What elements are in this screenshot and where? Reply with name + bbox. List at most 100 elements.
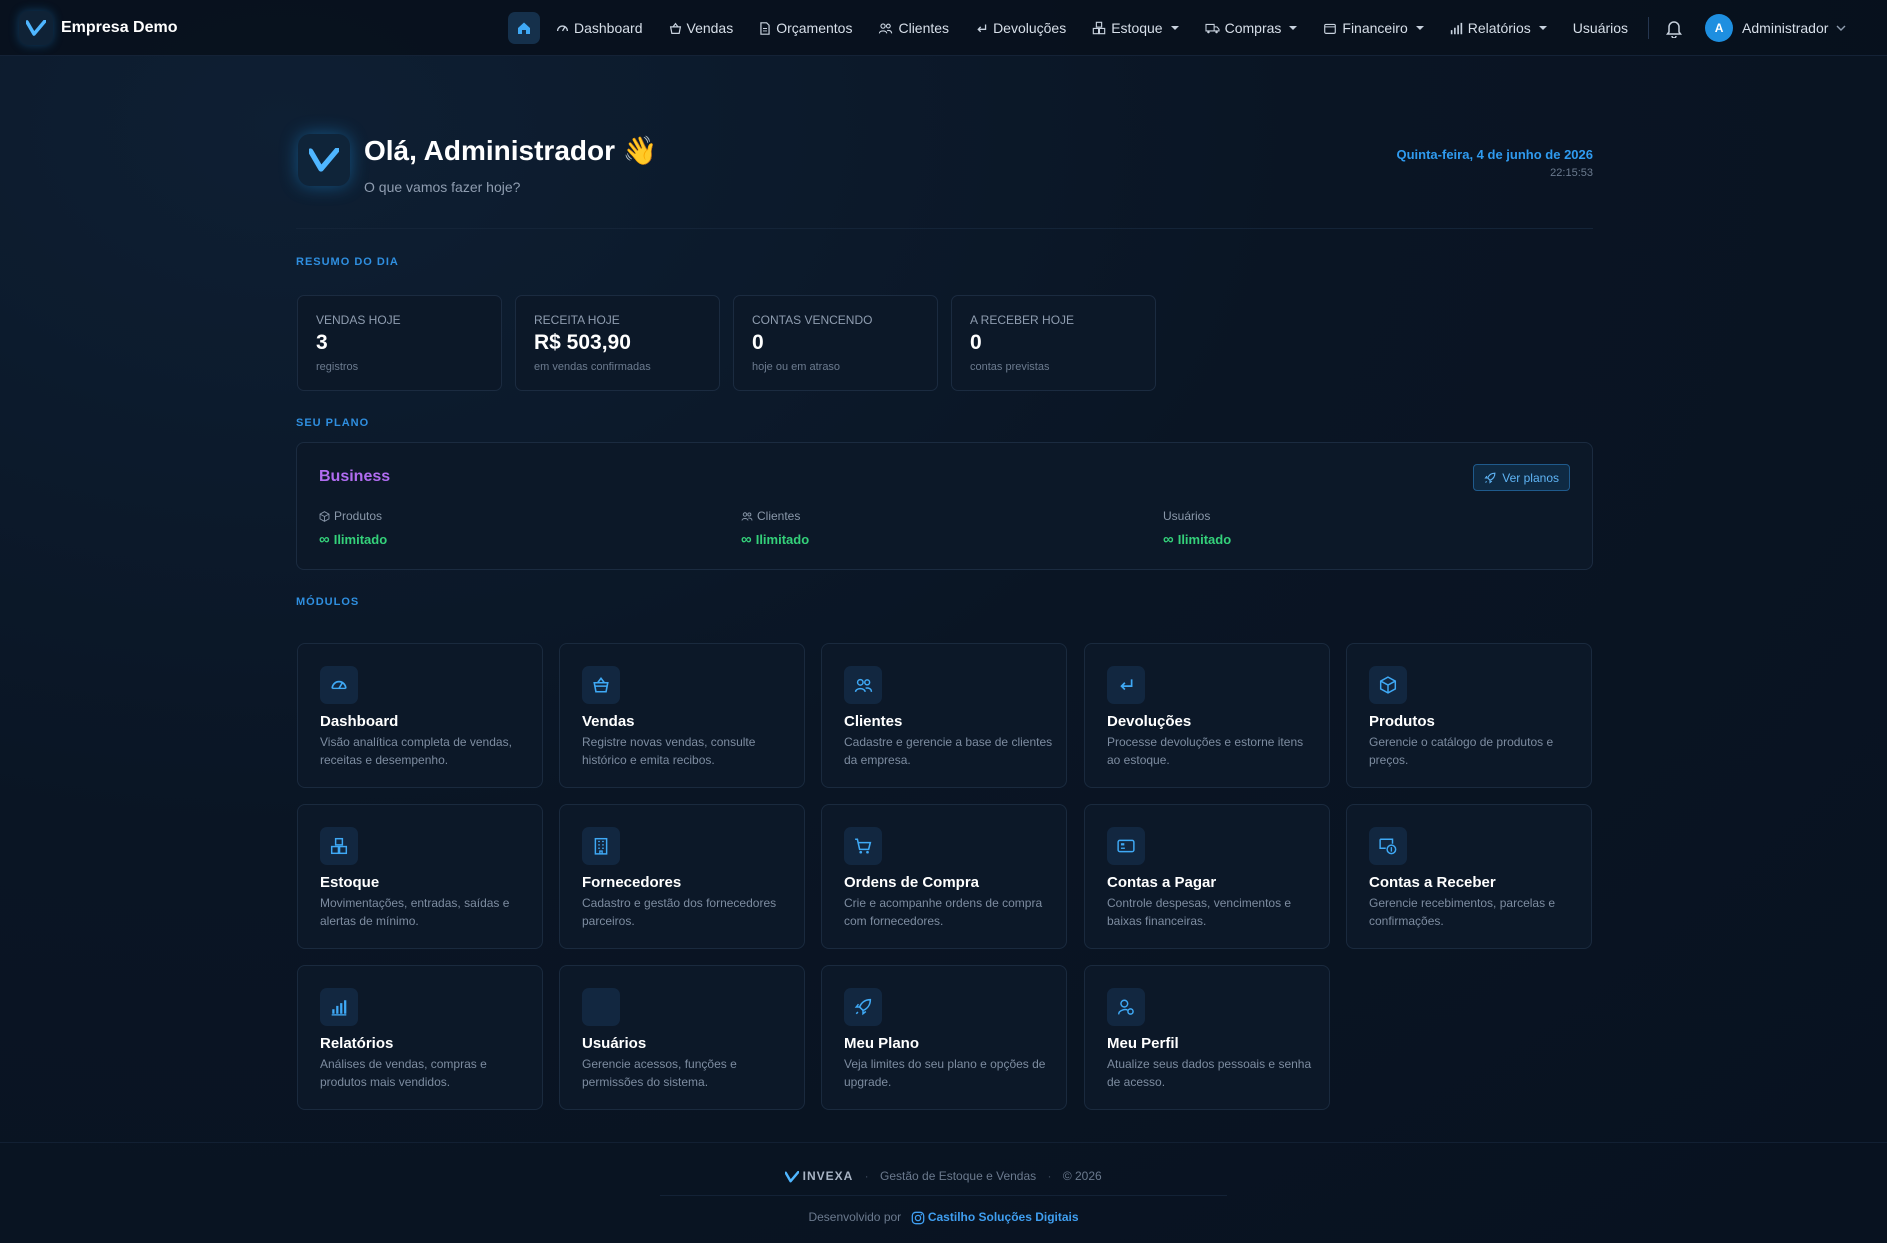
return-icon xyxy=(1107,666,1145,704)
rocket-icon xyxy=(844,988,882,1026)
current-date: Quinta-feira, 4 de junho de 2026 xyxy=(1396,147,1594,162)
brand-name: Empresa Demo xyxy=(61,18,178,36)
bell-icon xyxy=(1666,20,1683,38)
module-description: Gerencie acessos, funções e permissões d… xyxy=(582,1057,737,1089)
nav-label: Financeiro xyxy=(1342,20,1408,36)
plan-limit-clientes: Clientes ∞ Ilimitado xyxy=(741,509,809,548)
module-card-contas-a-pagar[interactable]: Contas a Pagar Controle despesas, vencim… xyxy=(1084,804,1330,949)
stat-label: CONTAS VENCENDO xyxy=(752,313,873,327)
module-description: Análises de vendas, compras e produtos m… xyxy=(320,1057,487,1089)
nav-orcamentos[interactable]: Orçamentos xyxy=(759,20,852,36)
module-card-relatorios[interactable]: Relatórios Análises de vendas, compras e… xyxy=(297,965,543,1110)
nav-label: Compras xyxy=(1224,20,1282,36)
module-title: Relatórios xyxy=(320,1035,394,1052)
box-icon xyxy=(1369,666,1407,704)
module-description: Movimentações, entradas, saídas e alerta… xyxy=(320,896,510,928)
module-card-clientes[interactable]: Clientes Cadastre e gerencie a base de c… xyxy=(821,643,1067,788)
module-card-contas-a-receber[interactable]: Contas a Receber Gerencie recebimentos, … xyxy=(1346,804,1592,949)
nav-label: Estoque xyxy=(1111,20,1163,36)
basket-icon xyxy=(669,22,681,34)
blank-icon xyxy=(582,988,620,1026)
building-icon xyxy=(582,827,620,865)
stat-note: contas previstas xyxy=(970,361,1050,373)
developer-link[interactable]: Castilho Soluções Digitais xyxy=(928,1210,1079,1224)
stat-note: hoje ou em atraso xyxy=(752,361,841,373)
module-description: Veja limites do seu plano e opções de up… xyxy=(844,1057,1046,1089)
module-description: Crie e acompanhe ordens de compra com fo… xyxy=(844,896,1043,928)
module-title: Dashboard xyxy=(320,713,399,730)
module-card-estoque[interactable]: Estoque Movimentações, entradas, saídas … xyxy=(297,804,543,949)
v-logo-icon xyxy=(19,10,53,45)
brand[interactable]: Empresa Demo xyxy=(19,10,178,45)
hero-logo-icon xyxy=(298,134,350,186)
module-card-vendas[interactable]: Vendas Registre novas vendas, consulte h… xyxy=(559,643,805,788)
nav-label: Relatórios xyxy=(1467,20,1531,36)
module-description: Cadastro e gestão dos fornecedores parce… xyxy=(582,896,777,928)
module-description: Processe devoluções e estorne itens ao e… xyxy=(1107,735,1304,767)
module-card-ordens-de-compra[interactable]: Ordens de Compra Crie e acompanhe ordens… xyxy=(821,804,1067,949)
top-navbar: Empresa Demo Dashboard Vendas Orçamentos… xyxy=(0,0,1887,56)
limit-label: Clientes xyxy=(757,509,801,523)
home-button[interactable] xyxy=(508,12,540,44)
module-card-usuarios[interactable]: Usuários Gerencie acessos, funções e per… xyxy=(559,965,805,1110)
module-title: Fornecedores xyxy=(582,874,682,891)
stat-value: 0 xyxy=(752,331,764,354)
limit-value: Ilimitado xyxy=(1177,532,1232,547)
rocket-icon xyxy=(1484,472,1496,484)
stat-card-contas-vencendo: CONTAS VENCENDO 0 hoje ou em atraso xyxy=(733,295,938,391)
module-card-produtos[interactable]: Produtos Gerencie o catálogo de produtos… xyxy=(1346,643,1592,788)
nav-clientes[interactable]: Clientes xyxy=(878,20,949,36)
instagram-icon xyxy=(911,1211,924,1225)
module-card-dashboard[interactable]: Dashboard Visão analítica completa de ve… xyxy=(297,643,543,788)
module-title: Usuários xyxy=(582,1035,647,1052)
module-description: Visão analítica completa de vendas, rece… xyxy=(320,735,512,767)
module-card-meu-plano[interactable]: Meu Plano Veja limites do seu plano e op… xyxy=(821,965,1067,1110)
nav-dashboard[interactable]: Dashboard xyxy=(556,20,643,36)
stat-label: RECEITA HOJE xyxy=(534,313,620,327)
nav-label: Orçamentos xyxy=(776,20,853,36)
notifications-button[interactable] xyxy=(1665,19,1683,38)
module-title: Ordens de Compra xyxy=(844,874,980,891)
nav-label: Usuários xyxy=(1572,20,1629,36)
module-description: Cadastre e gerencie a base de clientes d… xyxy=(844,735,1053,767)
module-card-fornecedores[interactable]: Fornecedores Cadastro e gestão dos forne… xyxy=(559,804,805,949)
nav-financeiro[interactable]: Financeiro xyxy=(1323,20,1424,36)
return-icon xyxy=(977,23,987,32)
infinity-icon: ∞ xyxy=(319,531,330,548)
caret-down-icon xyxy=(1289,26,1298,30)
plan-card: Business Ver planos Produtos ∞ Ilimitado … xyxy=(296,442,1593,570)
stat-label: VENDAS HOJE xyxy=(316,313,401,327)
user-name: Administrador xyxy=(1742,20,1829,36)
module-title: Estoque xyxy=(320,874,380,891)
module-card-devolucoes[interactable]: Devoluções Processe devoluções e estorne… xyxy=(1084,643,1330,788)
ver-planos-button[interactable]: Ver planos xyxy=(1473,464,1570,491)
nav-divider xyxy=(1648,17,1650,39)
module-description: Gerencie o catálogo de produtos e preços… xyxy=(1369,735,1554,767)
nav-compras[interactable]: Compras xyxy=(1205,20,1298,36)
stat-note: registros xyxy=(316,361,359,373)
footer-brand: INVEXA xyxy=(802,1169,854,1183)
caret-down-icon xyxy=(1538,26,1547,30)
nav-usuarios[interactable]: Usuários xyxy=(1573,20,1628,36)
nav-vendas[interactable]: Vendas xyxy=(669,20,733,36)
cash-coin-icon xyxy=(1369,827,1407,865)
boxes-icon xyxy=(1092,21,1106,35)
module-description: Atualize seus dados pessoais e senha de … xyxy=(1107,1057,1312,1089)
stat-note: em vendas confirmadas xyxy=(534,361,651,373)
v-logo-icon xyxy=(785,1170,800,1183)
user-gear-icon xyxy=(1107,988,1145,1026)
limit-label: Produtos xyxy=(334,509,383,523)
nav-relatorios[interactable]: Relatórios xyxy=(1450,20,1547,36)
main-nav: Dashboard Vendas Orçamentos Clientes Dev… xyxy=(508,11,1846,45)
nav-label: Clientes xyxy=(898,20,950,36)
limit-label: Usuários xyxy=(1163,509,1211,523)
module-title: Contas a Receber xyxy=(1369,874,1496,891)
nav-devolucoes[interactable]: Devoluções xyxy=(975,20,1066,36)
plan-limit-produtos: Produtos ∞ Ilimitado xyxy=(319,509,387,548)
nav-estoque[interactable]: Estoque xyxy=(1092,20,1179,36)
cart-icon xyxy=(844,827,882,865)
caret-down-icon xyxy=(1415,26,1424,30)
user-menu[interactable]: A Administrador xyxy=(1705,14,1846,42)
module-card-meu-perfil[interactable]: Meu Perfil Atualize seus dados pessoais … xyxy=(1084,965,1330,1110)
summary-section-title: RESUMO DO DIA xyxy=(296,256,399,268)
